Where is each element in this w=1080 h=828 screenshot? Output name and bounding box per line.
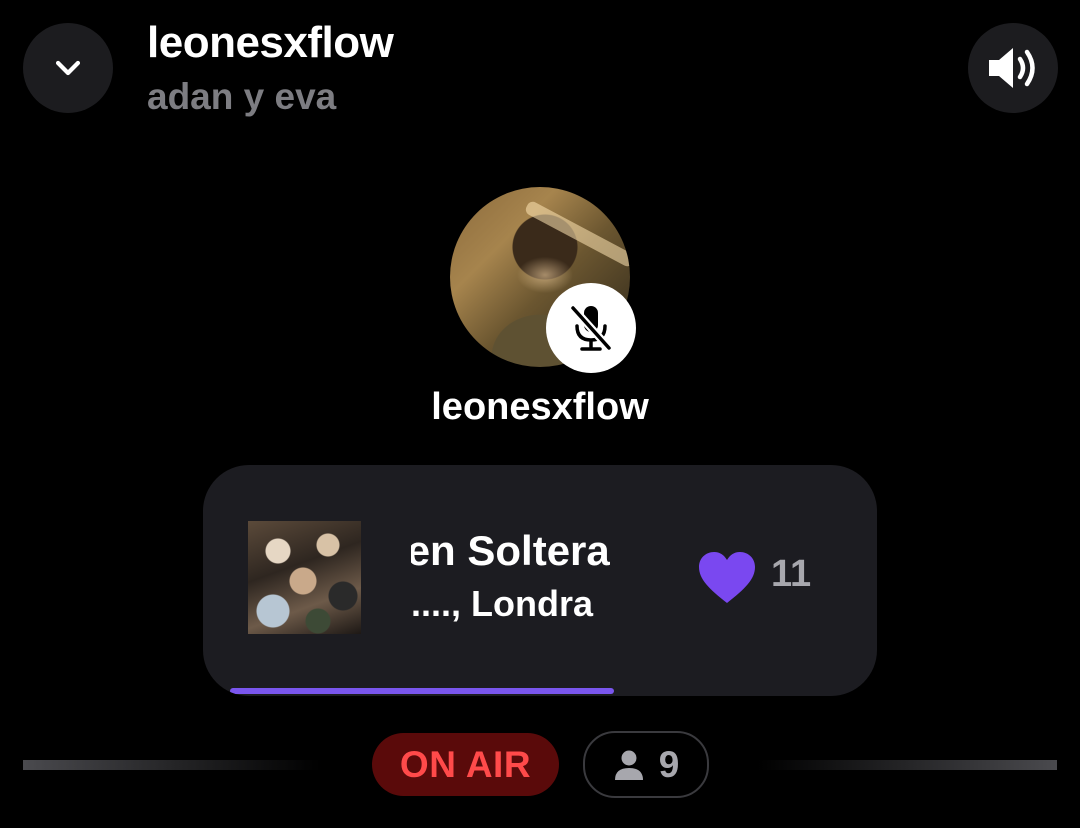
collapse-button[interactable]: [23, 23, 113, 113]
person-icon: [614, 750, 643, 780]
track-artist-marquee: ...., Londra: [411, 583, 626, 631]
session-title: leonesxflow: [147, 18, 394, 67]
sound-button[interactable]: [968, 23, 1058, 113]
track-artist: ...., Londra: [411, 583, 594, 624]
track-progress-fill: [230, 688, 615, 694]
mic-muted-badge: [546, 283, 636, 373]
now-playing-card[interactable]: Ven Soltera ...., Londra 11: [203, 465, 877, 696]
live-session-screen: leonesxflow adan y eva leonesxflow Ven S…: [0, 0, 1080, 828]
host-name: leonesxflow: [431, 386, 649, 428]
mic-off-icon: [569, 304, 613, 352]
track-title-marquee: Ven Soltera: [411, 527, 626, 583]
heart-icon: [699, 552, 755, 603]
listeners-count: 9: [658, 743, 680, 785]
track-progress-bar: [230, 688, 850, 694]
like-button[interactable]: [697, 551, 757, 605]
session-subtitle: adan y eva: [147, 76, 337, 117]
album-art: [248, 521, 361, 634]
like-count: 11: [771, 553, 812, 595]
track-title: Ven Soltera: [411, 527, 610, 574]
speaker-volume-icon: [989, 48, 1035, 88]
status-divider-left: [23, 760, 323, 770]
chevron-down-icon: [55, 60, 81, 76]
status-divider-right: [757, 760, 1057, 770]
on-air-badge: ON AIR: [372, 733, 559, 796]
listeners-button[interactable]: 9: [583, 731, 709, 798]
